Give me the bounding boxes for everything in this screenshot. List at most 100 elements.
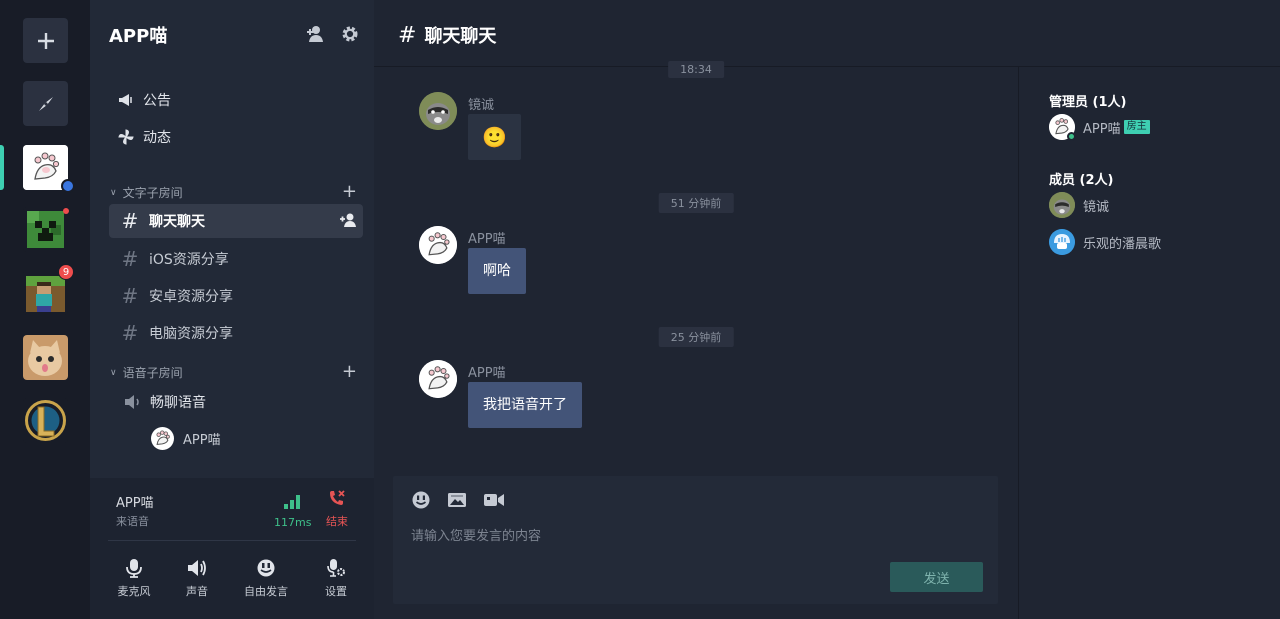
voice-user-name: APP喵: [183, 433, 221, 448]
message-author: APP喵: [468, 366, 506, 381]
voice-status-panel: APP喵 来语音 117ms 结束 麦克风 声音 自由发言 设置: [90, 478, 374, 619]
mic-settings-icon: [327, 559, 345, 577]
add-text-channel-button[interactable]: +: [342, 183, 357, 201]
paw-avatar-icon: [419, 360, 457, 398]
emoji-icon[interactable]: [411, 490, 431, 510]
nav-moments[interactable]: 动态: [118, 127, 171, 147]
control-label: 设置: [325, 585, 347, 598]
timestamp-divider: 25 分钟前: [658, 327, 734, 347]
active-server-indicator: [0, 145, 4, 190]
free-speak-button[interactable]: 自由发言: [236, 558, 296, 599]
member-item[interactable]: APP喵 房主: [1049, 114, 1150, 141]
control-label: 声音: [186, 585, 208, 598]
avatar[interactable]: [419, 360, 457, 398]
avatar: [1049, 114, 1076, 141]
avatar[interactable]: [419, 92, 457, 130]
voice-settings-button[interactable]: 设置: [306, 558, 366, 599]
speaker-icon: [188, 560, 206, 576]
category-label: 语音子房间: [122, 366, 183, 380]
member-name: APP喵: [1083, 121, 1121, 137]
add-server-button[interactable]: [23, 18, 68, 63]
video-icon[interactable]: [483, 490, 505, 510]
channel-title-text: 聊天聊天: [424, 26, 497, 47]
channel-ios[interactable]: # iOS资源分享: [109, 242, 363, 276]
end-call-label: 结束: [326, 515, 348, 528]
member-item[interactable]: 乐观的潘晨歌: [1049, 229, 1161, 255]
member-item[interactable]: 镜诚: [1049, 192, 1109, 218]
channel-chat[interactable]: # 聊天聊天: [109, 204, 363, 238]
control-label: 自由发言: [244, 585, 288, 598]
raccoon-avatar-icon: [1049, 192, 1075, 218]
paw-avatar-icon: [156, 430, 170, 445]
add-voice-channel-button[interactable]: +: [342, 363, 357, 381]
signal-bars-icon: [284, 495, 300, 509]
message-author: 镜诚: [468, 98, 495, 113]
server-cat[interactable]: [23, 335, 68, 380]
invite-user-icon[interactable]: [339, 212, 357, 228]
server-name: APP喵: [109, 26, 168, 47]
avatar: [1049, 229, 1075, 255]
creeper-avatar-icon: [23, 207, 68, 252]
nav-announcement[interactable]: 公告: [118, 90, 171, 110]
hash-icon: #: [121, 321, 139, 345]
server-league[interactable]: [23, 398, 68, 443]
category-label: 文字子房间: [122, 186, 183, 200]
send-button[interactable]: 发送: [890, 562, 983, 592]
message-composer: 发送: [393, 476, 998, 604]
message-author: APP喵: [468, 232, 506, 247]
message-input[interactable]: [411, 526, 971, 546]
channel-label: iOS资源分享: [149, 252, 229, 268]
explore-button[interactable]: [23, 81, 68, 126]
server-creeper[interactable]: [23, 207, 68, 252]
image-icon[interactable]: [447, 490, 467, 510]
latency-value: 117ms: [274, 516, 312, 529]
avatar: [151, 427, 174, 450]
hash-icon: #: [121, 209, 139, 233]
speaker-icon: [125, 395, 139, 409]
divider: [108, 540, 356, 541]
message-bubble: 啊哈: [468, 248, 526, 294]
hash-icon: #: [121, 284, 139, 308]
hash-icon: #: [398, 22, 417, 48]
raccoon-avatar-icon: [419, 92, 457, 130]
channel-pc[interactable]: # 电脑资源分享: [109, 316, 363, 350]
unread-count-badge: 9: [58, 264, 74, 280]
server-rail: 9: [0, 0, 90, 619]
member-list: 管理员 (1人) APP喵 房主 成员 (2人) 镜诚 乐观的潘晨歌: [1018, 67, 1280, 619]
avatar: [1049, 192, 1075, 218]
avatar[interactable]: [419, 226, 457, 264]
megaphone-icon: [119, 94, 132, 106]
free-speak-icon: [257, 559, 275, 577]
channel-label: 电脑资源分享: [149, 326, 233, 342]
microphone-icon: [126, 559, 142, 578]
message-bubble: 我把语音开了: [468, 382, 582, 428]
chat-main: # 聊天聊天 18:34 镜诚 🙂 51 分钟前 APP喵 啊哈 25 分钟前 …: [374, 0, 1280, 619]
chat-header: # 聊天聊天: [374, 0, 1280, 67]
hangup-icon: [330, 490, 345, 505]
message-bubble: 🙂: [468, 114, 521, 160]
chevron-down-icon: ∨: [110, 367, 117, 378]
text-category[interactable]: ∨ 文字子房间: [110, 184, 183, 201]
invite-user-icon[interactable]: [305, 24, 325, 44]
league-avatar-icon: [23, 398, 68, 443]
voice-channel-user[interactable]: APP喵: [151, 427, 221, 450]
unread-dot: [63, 208, 69, 214]
admin-group-heading: 管理员 (1人): [1049, 95, 1127, 110]
end-call-button[interactable]: 结束: [322, 490, 352, 529]
microphone-button[interactable]: 麦克风: [104, 558, 164, 599]
voice-category[interactable]: ∨ 语音子房间: [110, 364, 183, 381]
composer-toolbar: [411, 490, 505, 510]
voice-active-icon: [61, 179, 75, 193]
voice-channel-label: 畅聊语音: [150, 395, 206, 411]
timestamp-divider: 18:34: [668, 61, 724, 78]
latency-indicator: 117ms: [274, 494, 312, 529]
chevron-down-icon: ∨: [110, 187, 117, 198]
helmet-avatar-icon: [1049, 229, 1075, 255]
channel-android[interactable]: # 安卓资源分享: [109, 279, 363, 313]
member-name: 镜诚: [1083, 199, 1110, 215]
online-status-icon: [1067, 132, 1076, 141]
gear-icon[interactable]: [340, 24, 360, 44]
paw-avatar-icon: [419, 226, 457, 264]
voice-channel[interactable]: 畅聊语音: [124, 392, 206, 412]
sound-button[interactable]: 声音: [167, 558, 227, 599]
